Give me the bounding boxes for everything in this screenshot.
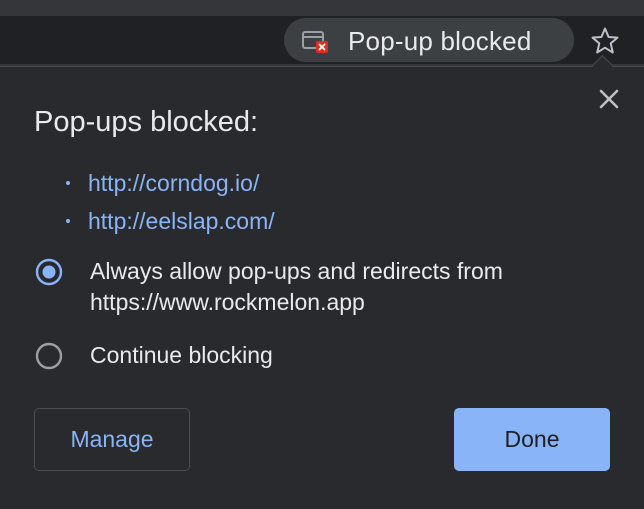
always-allow-label: Always allow pop-ups and redirects from … [90,258,503,315]
list-item: http://corndog.io/ [66,164,275,202]
popup-blocked-icon [302,30,330,54]
blocked-popup-list: http://corndog.io/ http://eelslap.com/ [66,164,275,240]
popup-blocked-chip[interactable]: Pop-up blocked [284,18,574,62]
close-icon[interactable] [594,84,624,114]
blocked-popup-link[interactable]: http://eelslap.com/ [88,208,275,235]
blocked-popup-link[interactable]: http://corndog.io/ [88,170,259,197]
manage-button[interactable]: Manage [34,408,190,471]
radio-always-allow[interactable]: Always allow pop-ups and redirects from … [34,256,560,318]
bullet [66,181,70,185]
radio-continue-blocking[interactable]: Continue blocking [34,340,273,371]
list-item: http://eelslap.com/ [66,202,275,240]
bubble-title: Pop-ups blocked: [34,106,259,138]
popup-blocked-chip-label: Pop-up blocked [348,26,532,56]
bullet [66,219,70,223]
radio-checked-icon[interactable] [34,257,64,287]
radio-unchecked-icon[interactable] [34,341,64,371]
done-button[interactable]: Done [454,408,610,471]
continue-blocking-label: Continue blocking [90,342,273,368]
star-icon[interactable] [590,26,620,56]
